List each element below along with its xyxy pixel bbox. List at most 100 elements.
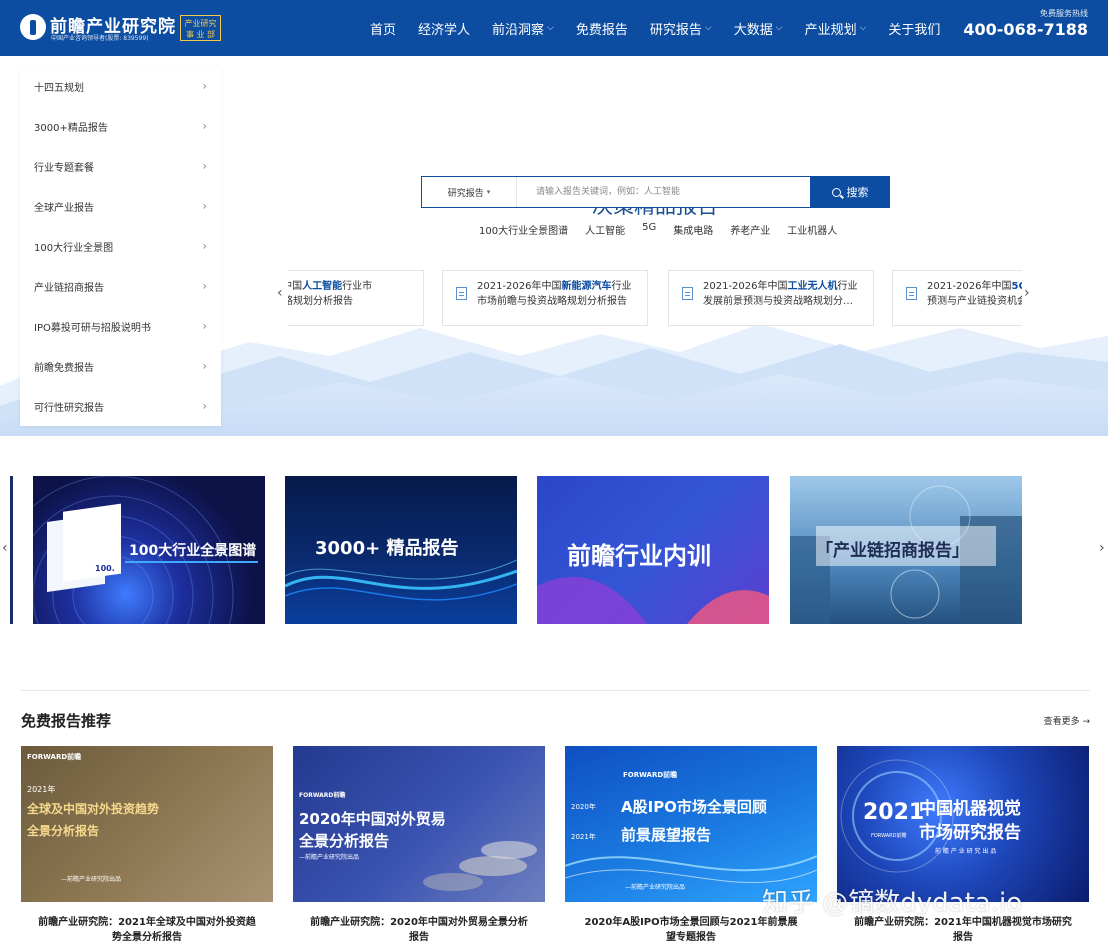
side-menu-item[interactable]: 产业链招商报告 › [20, 266, 221, 306]
zhihu-watermark: 知乎 @镝数dydata.io [762, 888, 1023, 918]
arrow-right-icon: → [1082, 717, 1090, 727]
free-report-caption[interactable]: 前瞻产业研究院：2021年全球及中国对外投资趋势全景分析报告 [21, 915, 273, 945]
nav-item[interactable]: 研究报告 ⌵ [650, 19, 712, 38]
cover-brand: FORWARD前瞻 [623, 771, 678, 779]
nav-item[interactable]: 大数据 ⌵ [734, 19, 783, 38]
view-more-link[interactable]: 查看更多 → [1044, 714, 1090, 727]
hotline-number[interactable]: 400-068-7188 [963, 20, 1088, 39]
banner-industry-training[interactable]: 前瞻行业内训 [537, 476, 769, 624]
chevron-right-icon: › [202, 319, 207, 333]
side-menu-item[interactable]: 3000+精品报告 › [20, 106, 221, 146]
document-icon [906, 287, 917, 300]
nav-item[interactable]: 免费报告 [576, 19, 628, 38]
search-button[interactable]: 搜索 [810, 176, 890, 208]
side-menu-item[interactable]: 可行性研究报告 › [20, 386, 221, 426]
report-title-pre: 026年中国 [288, 281, 303, 292]
banner-book-label: 100. [95, 564, 115, 573]
chevron-right-icon: › [202, 359, 207, 373]
hot-tag-link[interactable]: 养老产业 [730, 222, 770, 237]
chevron-right-icon: › [202, 279, 207, 293]
banner-chain-investment[interactable]: 「产业链招商报告」 [790, 476, 1022, 624]
hot-tag-link[interactable]: 人工智能 [585, 222, 625, 237]
view-more-label: 查看更多 [1043, 717, 1080, 727]
nav-item-label: 大数据 [733, 22, 773, 38]
cover-line1: 全球及中国对外投资趋势 [27, 802, 160, 816]
report-card[interactable]: 2021-2026年中国工业无人机行业发展前景预测与投资战略规划分… [668, 270, 874, 326]
search-category-label: 研究报告 [447, 188, 484, 199]
side-menu-item-label: 前瞻免费报告 [34, 362, 94, 374]
cover-footer: —前瞻产业研究院出品 [61, 876, 122, 883]
chevron-right-icon: › [202, 79, 207, 93]
side-menu-item[interactable]: IPO募投可研与招股说明书 › [20, 306, 221, 346]
nav-item-label: 产业规划 [804, 22, 857, 38]
carousel-next-icon[interactable]: › [1024, 285, 1030, 301]
side-menu-item[interactable]: 行业专题套餐 › [20, 146, 221, 186]
banner-title: 「产业链招商报告」 [816, 541, 969, 561]
report-title-line2: 发展前景预测与投资战略规划分… [703, 296, 853, 307]
side-menu-item[interactable]: 100大行业全景图 › [20, 226, 221, 266]
site-logo[interactable]: 前瞻产业研究院 中国产业咨询领导者(股票: 839599) 产业研究 事 业 部 [20, 12, 230, 44]
top-header: 前瞻产业研究院 中国产业咨询领导者(股票: 839599) 产业研究 事 业 部… [0, 0, 1108, 56]
free-report-caption[interactable]: 前瞻产业研究院：2021年中国机器视觉市场研究报告 [837, 915, 1089, 945]
logo-subtitle: 中国产业咨询领导者(股票: 839599) [51, 35, 149, 42]
search-input[interactable] [522, 181, 802, 203]
section-divider [21, 690, 1090, 691]
nav-item-label: 关于我们 [888, 22, 941, 38]
nav-item[interactable]: 关于我们 [888, 19, 940, 38]
side-menu-item-label: 可行性研究报告 [34, 402, 104, 414]
hot-tag-link[interactable]: 100大行业全景图谱 [479, 222, 568, 237]
search-button-label: 搜索 [846, 186, 869, 199]
report-card[interactable]: 026年中国人工智能行业市投资战略规划分析报告 [288, 270, 424, 326]
cover-line2: 全景分析报告 [299, 832, 390, 850]
free-report-cover: 2021 FORWARD前瞻 中国机器视觉 市场研究报告 前 瞻 产 业 研 究… [837, 746, 1089, 902]
hot-tag-link[interactable]: 5G [642, 222, 656, 237]
nav-item[interactable]: 经济学人 [418, 19, 470, 38]
cover-year: 2021年 [27, 785, 56, 794]
report-title-hl: 5G [1011, 281, 1022, 292]
cover-line1: 2020年中国对外贸易 [299, 810, 446, 828]
carousel-prev-icon[interactable]: ‹ [277, 285, 283, 301]
cover-footer: 前 瞻 产 业 研 究 出 品 [935, 848, 997, 855]
nav-item[interactable]: 首页 [370, 19, 396, 38]
side-menu-item[interactable]: 前瞻免费报告 › [20, 346, 221, 386]
report-card[interactable]: 2021-2026年中国新能源汽车行业 市场前瞻与投资战略规划分析报告 [442, 270, 648, 326]
report-carousel: 026年中国人工智能行业市投资战略规划分析报告 2021-2026年中国新能源汽车… [288, 270, 1022, 328]
cover-line1: 中国机器视觉 [919, 799, 1021, 819]
chevron-right-icon: › [202, 159, 207, 173]
hotline-label: 免费服务热线 [1040, 9, 1088, 18]
caret-down-icon: ▾ [486, 188, 491, 196]
nav-item-label: 免费报告 [575, 22, 628, 38]
side-menu-item-label: 产业链招商报告 [34, 282, 104, 294]
chevron-right-icon: › [202, 239, 207, 253]
banner-title: 前瞻行业内训 [567, 542, 711, 570]
free-report-caption[interactable]: 2020年A股IPO市场全景回顾与2021年前景展望专题报告 [565, 915, 817, 945]
report-title-hl: 人工智能 [302, 281, 343, 292]
search-category-select[interactable]: 研究报告 ▾ [422, 177, 517, 207]
report-title-line1: 026年中国人工智能行业市 [288, 279, 413, 294]
cover-line1: A股IPO市场全景回顾 [621, 798, 767, 816]
free-report-card[interactable]: FORWARD前瞻 2020年中国对外贸易 全景分析报告 —前瞻产业研究院出品 … [293, 746, 545, 945]
report-title-hl: 新能源汽车 [561, 281, 612, 292]
nav-item[interactable]: 产业规划 ⌵ [805, 19, 867, 38]
side-menu-item[interactable]: 全球产业报告 › [20, 186, 221, 226]
nav-item[interactable]: 前沿洞察 ⌵ [492, 19, 554, 38]
chevron-right-icon: › [202, 199, 207, 213]
free-report-cover: FORWARD前瞻 2020年中国对外贸易 全景分析报告 —前瞻产业研究院出品 [293, 746, 545, 902]
chevron-down-icon: ⌵ [547, 23, 554, 33]
banner-100-industries[interactable]: 100大行业全景图谱 100. [33, 476, 265, 624]
banner-3000-reports[interactable]: 3000+ 精品报告 [285, 476, 517, 624]
hot-tag-link[interactable]: 工业机器人 [787, 222, 837, 237]
report-card[interactable]: 2021-2026年中国5G 预测与产业链投资机会 [892, 270, 1022, 326]
free-report-card[interactable]: FORWARD前瞻 2021年 全球及中国对外投资趋势 全景分析报告 —前瞻产业… [21, 746, 273, 945]
banner-title: 100大行业全景图谱 [129, 543, 257, 559]
hotline: 免费服务热线 400-068-7188 [963, 8, 1088, 39]
side-menu-item[interactable]: 十四五规划 › [20, 66, 221, 106]
hot-tag-link[interactable]: 集成电路 [673, 222, 713, 237]
report-title-line1: 2021-2026年中国工业无人机行业 [703, 279, 863, 294]
free-report-caption[interactable]: 前瞻产业研究院：2020年中国对外贸易全景分析报告 [293, 915, 545, 945]
report-title-line2: 市场前瞻与投资战略规划分析报告 [477, 296, 627, 307]
chevron-right-icon: › [202, 119, 207, 133]
banner-next-icon[interactable]: › [1099, 540, 1105, 556]
cover-year-2021: 2021年 [571, 833, 596, 841]
hot-tags: 100大行业全景图谱 人工智能 5G 集成电路 养老产业 工业机器人 [479, 222, 854, 237]
